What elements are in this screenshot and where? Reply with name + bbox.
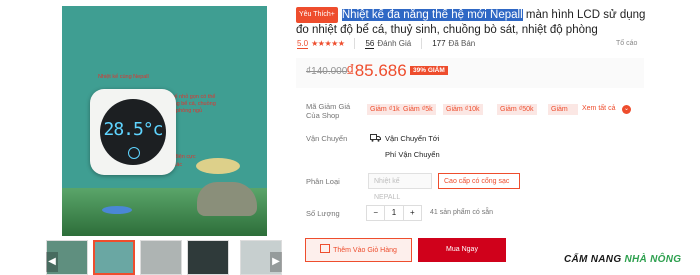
watermark: CẨM NANG NHÀ NÔNG xyxy=(564,254,682,265)
buy-now-button[interactable]: Mua Ngay xyxy=(418,238,506,262)
voucher-chip[interactable]: Giảm ₫5k xyxy=(400,104,436,115)
report-link[interactable]: Tố cáo xyxy=(616,40,637,47)
product-title-highlight: Nhiệt kế đa năng thế hệ mới Nepall xyxy=(341,9,523,21)
voucher-chip[interactable]: Giảm ₫1k xyxy=(367,104,403,115)
voucher-chip[interactable]: Giảm ₫10k xyxy=(443,104,483,115)
add-to-cart-label: Thêm Vào Giỏ Hàng xyxy=(333,247,397,254)
product-title: Yêu Thích+ Nhiệt kế đa năng thế hệ mới Ne… xyxy=(296,7,646,37)
shipping-fee-label: Phí Vận Chuyển xyxy=(385,150,440,159)
voucher-chip[interactable]: Giảm ₫50k xyxy=(497,104,537,115)
star-icons: ★★★★★ xyxy=(311,39,345,48)
product-main-image[interactable]: Nhiệt kế cùng Nepall Thiết kế nhỏ gọn có… xyxy=(62,6,267,236)
shipping-label: Vận Chuyển xyxy=(306,134,348,143)
sold-count: 177 xyxy=(432,39,446,48)
sold-label: Đã Bán xyxy=(448,39,476,48)
thermometer-device: 28.5°c xyxy=(90,89,176,175)
sale-price: ₫85.686 xyxy=(346,61,407,80)
thumbnail-active[interactable] xyxy=(93,240,135,275)
ship-to-label[interactable]: Vận Chuyển Tới xyxy=(385,134,439,143)
image-note: Nhiệt kế cùng Nepall xyxy=(98,74,149,80)
original-price: ₫140.000 xyxy=(306,66,348,77)
variant-option-selected[interactable]: Cao cấp có cổng sạc xyxy=(438,173,520,189)
voucher-chip[interactable]: Giảm xyxy=(548,104,578,115)
aquarium-rock xyxy=(197,182,257,216)
quantity-label: Số Lượng xyxy=(306,209,340,218)
chevron-down-icon[interactable]: ⌄ xyxy=(622,105,631,114)
add-to-cart-button[interactable]: Thêm Vào Giỏ Hàng xyxy=(305,238,412,262)
quantity-input[interactable]: 1 xyxy=(384,206,404,220)
reviews-label: Đánh Giá xyxy=(377,39,412,48)
favorite-badge: Yêu Thích+ xyxy=(296,7,338,23)
rating-score[interactable]: 5.0 xyxy=(297,39,309,49)
decrease-quantity-button[interactable]: − xyxy=(367,206,384,220)
cart-icon xyxy=(320,244,331,253)
stock-count: 41 sản phẩm có sẵn xyxy=(430,209,494,216)
increase-quantity-button[interactable]: + xyxy=(404,206,421,220)
power-icon xyxy=(128,147,140,159)
quantity-stepper: − 1 + xyxy=(366,205,422,221)
variant-label: Phân Loại xyxy=(306,177,340,186)
device-temp-display: 28.5°c xyxy=(103,119,163,140)
reviews-count[interactable]: 56 xyxy=(365,39,375,49)
truck-icon xyxy=(370,134,381,142)
discount-badge: 39% GIẢM xyxy=(410,66,448,75)
fish-image xyxy=(196,158,240,174)
rating-row: 5.0 ★★★★★ 56 Đánh Giá 177 Đã Bán xyxy=(297,38,475,49)
voucher-label: Mã Giảm Giá Của Shop xyxy=(306,102,351,120)
thumbnail[interactable] xyxy=(140,240,182,275)
see-all-vouchers-link[interactable]: Xem tất cả xyxy=(582,105,615,112)
thumbnail-prev-icon[interactable]: ◀ xyxy=(46,252,58,272)
thumbnail-next-icon[interactable]: ▶ xyxy=(270,252,282,272)
fish-image xyxy=(102,206,132,214)
thumbnail[interactable] xyxy=(187,240,229,275)
variant-option[interactable]: Nhiệt kế NEPALL xyxy=(368,173,432,201)
